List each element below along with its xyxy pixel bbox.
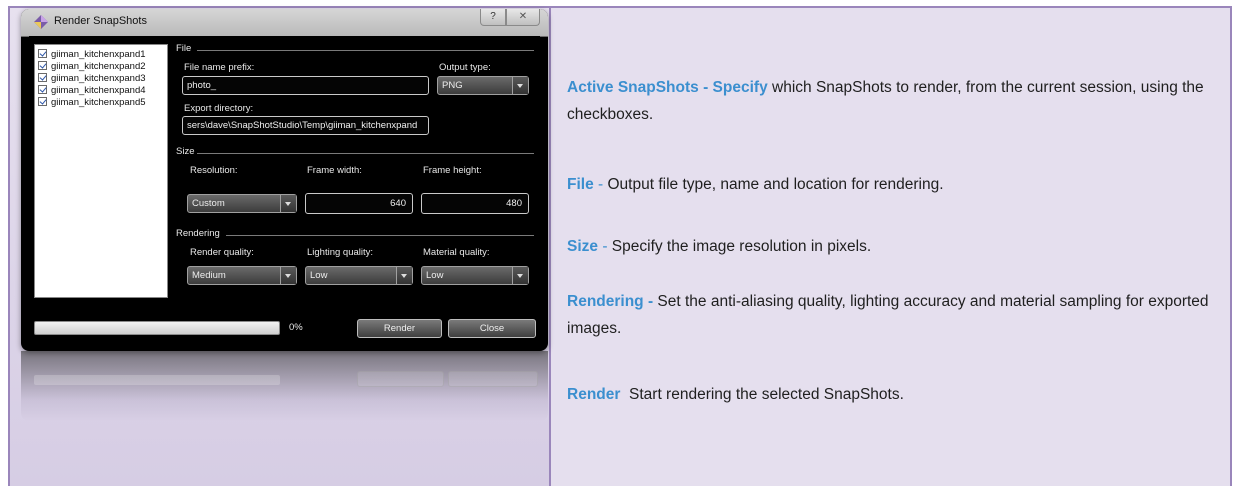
desc-text: Specify the image resolution in pixels. (611, 238, 872, 255)
chevron-down-icon[interactable] (512, 267, 528, 284)
check-icon[interactable] (38, 85, 47, 94)
snapshot-label: giiman_kitchenxpand5 (51, 97, 146, 108)
render-quality-value: Medium (192, 270, 226, 281)
frame-width-input[interactable]: 640 (305, 193, 413, 214)
reflection-progress (34, 375, 280, 385)
lighting-quality-value: Low (310, 270, 328, 281)
close-icon[interactable]: ✕ (506, 9, 540, 26)
desc-text: Set the anti-aliasing quality, lighting … (567, 293, 1209, 337)
snapshot-label: giiman_kitchenxpand1 (51, 49, 146, 60)
file-prefix-label: File name prefix: (184, 62, 255, 73)
section-divider (226, 235, 534, 236)
table-divider (549, 6, 551, 486)
dialog-reflection (21, 351, 548, 421)
render-button[interactable]: Render (357, 319, 442, 338)
render-progress-bar (34, 321, 280, 335)
render-snapshots-dialog: Render SnapShots ? ✕ giiman_kitchenxpand… (21, 9, 548, 351)
progress-percent: 0% (289, 322, 303, 333)
resolution-select[interactable]: Custom (187, 194, 297, 213)
dialog-titlebar[interactable]: Render SnapShots ? ✕ (21, 9, 548, 37)
snapshot-app-icon (34, 15, 48, 29)
export-dir-label: Export directory: (184, 103, 254, 114)
desc-heading: File (567, 176, 594, 193)
desc-render: Render Start rendering the selected Snap… (567, 381, 1217, 408)
chevron-down-icon[interactable] (280, 267, 296, 284)
reflection-render-button (357, 371, 444, 387)
desc-separator: - (598, 238, 612, 255)
snapshot-label: giiman_kitchenxpand3 (51, 73, 146, 84)
file-prefix-input[interactable]: photo_ (182, 76, 429, 95)
snapshot-label: giiman_kitchenxpand4 (51, 85, 146, 96)
desc-active-snapshots: Active SnapShots - Specify which SnapSho… (567, 74, 1217, 128)
chevron-down-icon[interactable] (396, 267, 412, 284)
desc-heading: Render (567, 386, 621, 403)
chevron-down-icon[interactable] (512, 77, 528, 94)
desc-rendering: Rendering - Set the anti-aliasing qualit… (567, 288, 1217, 342)
reflection-close-button (448, 371, 538, 387)
desc-size: Size - Specify the image resolution in p… (567, 233, 1217, 260)
list-item[interactable]: giiman_kitchenxpand5 (38, 97, 146, 109)
dialog-title: Render SnapShots (54, 15, 147, 27)
material-quality-value: Low (426, 270, 444, 281)
desc-heading: Rendering - (567, 293, 654, 310)
help-button[interactable]: ? (480, 9, 506, 26)
lighting-quality-select[interactable]: Low (305, 266, 413, 285)
desc-file: File - Output file type, name and locati… (567, 171, 1217, 198)
check-icon[interactable] (38, 97, 47, 106)
file-section-title: File (176, 43, 192, 54)
output-type-select[interactable]: PNG (437, 76, 529, 95)
output-type-label: Output type: (439, 62, 491, 73)
check-icon[interactable] (38, 61, 47, 70)
check-icon[interactable] (38, 49, 47, 58)
lighting-quality-label: Lighting quality: (307, 247, 374, 258)
close-button[interactable]: Close (448, 319, 536, 338)
desc-separator: - (593, 176, 608, 193)
list-item[interactable]: giiman_kitchenxpand4 (38, 85, 146, 97)
frame-height-input[interactable]: 480 (421, 193, 529, 214)
list-item[interactable]: giiman_kitchenxpand3 (38, 73, 146, 85)
frame-height-label: Frame height: (423, 165, 482, 176)
check-icon[interactable] (38, 73, 47, 82)
snapshot-list: giiman_kitchenxpand1 giiman_kitchenxpand… (34, 44, 168, 298)
rendering-section-title: Rendering (176, 228, 220, 239)
render-quality-label: Render quality: (190, 247, 254, 258)
render-quality-select[interactable]: Medium (187, 266, 297, 285)
chevron-down-icon[interactable] (280, 195, 296, 212)
list-item[interactable]: giiman_kitchenxpand2 (38, 61, 146, 73)
section-divider (197, 153, 534, 154)
snapshot-label: giiman_kitchenxpand2 (51, 61, 146, 72)
material-quality-label: Material quality: (423, 247, 490, 258)
resolution-value: Custom (192, 198, 225, 209)
desc-text: Start rendering the selected SnapShots. (620, 386, 904, 403)
desc-heading: Active SnapShots - Specify (567, 79, 768, 96)
list-item[interactable]: giiman_kitchenxpand1 (38, 49, 146, 61)
output-type-value: PNG (442, 80, 463, 91)
desc-text: Output file type, name and location for … (607, 176, 944, 193)
resolution-label: Resolution: (190, 165, 238, 176)
desc-heading: Size (567, 238, 599, 255)
frame-width-label: Frame width: (307, 165, 362, 176)
section-divider (197, 50, 534, 51)
export-dir-input[interactable]: sers\dave\SnapShotStudio\Temp\giiman_kit… (182, 116, 429, 135)
material-quality-select[interactable]: Low (421, 266, 529, 285)
size-section-title: Size (176, 146, 195, 157)
